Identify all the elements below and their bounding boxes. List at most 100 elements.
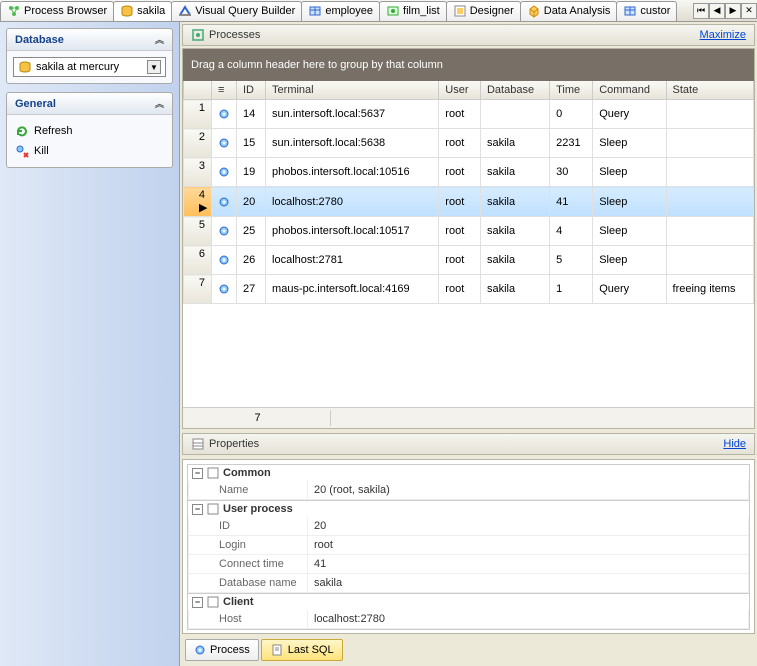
collapse-icon[interactable]: − [192,468,203,479]
collapse-icon: ︽ [155,33,164,46]
tab-scroll-left[interactable]: ◀ [709,3,725,19]
row-number: 4 ▶ [184,187,212,217]
database-panel-header[interactable]: Database ︽ [7,29,172,51]
processes-table: ≡IDTerminalUserDatabaseTimeCommandState … [183,81,754,304]
maximize-link[interactable]: Maximize [700,29,746,41]
cell-time: 41 [550,187,593,217]
section-name: Client [223,596,254,608]
dropdown-icon[interactable]: ▼ [147,60,161,74]
table-row[interactable]: 7 27maus-pc.intersoft.local:4169rootsaki… [184,275,754,304]
table-row[interactable]: 6 26localhost:2781rootsakila5Sleep [184,246,754,275]
tab-icon [270,643,284,657]
prop-value[interactable]: 41 [308,555,749,574]
tab-custor[interactable]: custor [616,1,677,21]
query-icon [178,4,192,18]
cell-time: 5 [550,246,593,275]
prop-value[interactable]: root [308,536,749,555]
prop-value[interactable]: sakila [308,574,749,593]
footer-count: 7 [185,410,331,426]
hide-link[interactable]: Hide [723,438,746,450]
table-row[interactable]: 2 15sun.intersoft.local:5638rootsakila22… [184,129,754,158]
collapse-icon[interactable]: − [192,597,203,608]
view-icon [386,4,400,18]
cell-command: Sleep [593,187,666,217]
column-header-state[interactable]: State [666,81,753,100]
tab-scroll-first[interactable]: ⏮ [693,3,709,19]
collapse-icon: ︽ [155,97,164,110]
cell-time: 2231 [550,129,593,158]
cell-time: 4 [550,217,593,246]
tab-label: Data Analysis [544,5,611,17]
database-panel: Database ︽ sakila at mercury ▼ [6,28,173,84]
collapse-icon[interactable]: − [192,504,203,515]
database-icon [18,60,32,74]
cell-id: 26 [237,246,266,275]
prop-row: Name20 (root, sakila) [188,481,749,500]
row-icon [212,187,237,217]
cell-terminal: phobos.intersoft.local:10516 [266,158,439,187]
prop-value[interactable]: 20 [308,517,749,536]
cell-id: 27 [237,275,266,304]
sidebar: Database ︽ sakila at mercury ▼ General ︽… [0,22,180,666]
tab-visual-query-builder[interactable]: Visual Query Builder [171,1,302,21]
prop-section-header[interactable]: − Common [188,465,749,481]
row-icon [212,275,237,304]
tab-label: Process [210,644,250,656]
tab-film_list[interactable]: film_list [379,1,447,21]
general-panel-header[interactable]: General ︽ [7,93,172,115]
column-header-user[interactable]: User [439,81,481,100]
group-by-bar[interactable]: Drag a column header here to group by th… [183,49,754,81]
tab-employee[interactable]: employee [301,1,380,21]
tab-designer[interactable]: Designer [446,1,521,21]
prop-value[interactable]: 20 (root, sakila) [308,481,749,500]
database-selector[interactable]: sakila at mercury ▼ [13,57,166,77]
cube-icon [527,4,541,18]
main-area: Processes Maximize Drag a column header … [180,22,757,666]
prop-row: ID20 [188,517,749,536]
section-name: Common [223,467,271,479]
sidebar-item-refresh[interactable]: Refresh [13,121,166,141]
table-row[interactable]: 1 14sun.intersoft.local:5637root0Query [184,100,754,129]
sidebar-item-kill[interactable]: Kill [13,141,166,161]
cell-terminal: phobos.intersoft.local:10517 [266,217,439,246]
table-row[interactable]: 4 ▶20localhost:2780rootsakila41Sleep [184,187,754,217]
prop-section-header[interactable]: −User process [188,501,749,517]
cell-user: root [439,129,481,158]
tab-sakila[interactable]: sakila [113,1,172,21]
row-icon [212,158,237,187]
row-number: 7 [184,275,212,304]
cell-user: root [439,217,481,246]
tab-label: Process Browser [24,5,107,17]
section-icon [207,467,219,479]
column-header-time[interactable]: Time [550,81,593,100]
refresh-icon [15,124,29,138]
tab-scroll-right[interactable]: ▶ [725,3,741,19]
icon-col-header[interactable]: ≡ [212,81,237,100]
prop-value[interactable]: localhost:2780 [308,610,749,629]
table-row[interactable]: 3 19phobos.intersoft.local:10516rootsaki… [184,158,754,187]
db-icon [120,4,134,18]
properties-icon [191,437,205,451]
table-row[interactable]: 5 25phobos.intersoft.local:10517rootsaki… [184,217,754,246]
sidebar-item-label: Refresh [34,125,73,137]
processes-icon [191,28,205,42]
cell-id: 14 [237,100,266,129]
tab-label: film_list [403,5,440,17]
prop-section-header[interactable]: − Client [188,594,749,610]
column-header-terminal[interactable]: Terminal [266,81,439,100]
rownum-header[interactable] [184,81,212,100]
grid-scroll[interactable]: ≡IDTerminalUserDatabaseTimeCommandState … [183,81,754,407]
bottom-tab-last-sql[interactable]: Last SQL [261,639,343,661]
tab-process-browser[interactable]: Process Browser [0,1,114,21]
row-number: 6 [184,246,212,275]
tab-label: Last SQL [288,644,334,656]
tab-close[interactable]: ✕ [741,3,757,19]
column-header-database[interactable]: Database [480,81,549,100]
row-icon [212,217,237,246]
column-header-id[interactable]: ID [237,81,266,100]
cell-state [666,129,753,158]
tab-data-analysis[interactable]: Data Analysis [520,1,618,21]
column-header-command[interactable]: Command [593,81,666,100]
bottom-tab-process[interactable]: Process [185,639,259,661]
tab-nav-buttons: ⏮ ◀ ▶ ✕ [693,3,757,19]
